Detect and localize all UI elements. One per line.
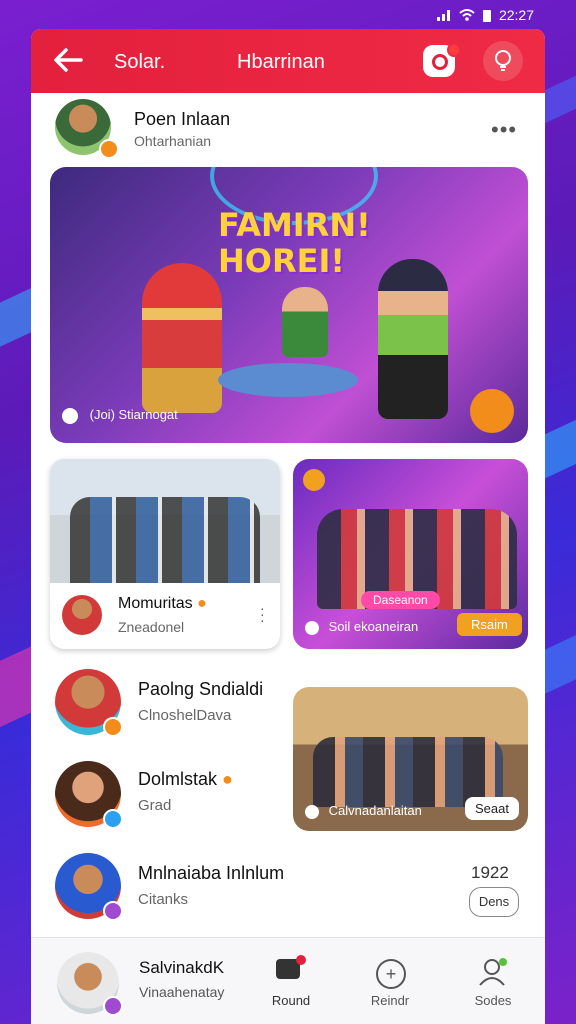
add-circle-icon: + (376, 959, 406, 989)
contact-subtitle: Citanks (138, 891, 189, 908)
page-title: Hbarrinan (237, 51, 325, 73)
character-left (142, 263, 222, 413)
author-subtitle: Ohtarhanian (134, 133, 212, 149)
table (218, 363, 358, 397)
shop-button-icon[interactable] (470, 389, 514, 433)
user-icon (479, 958, 507, 986)
back-arrow-icon[interactable] (53, 47, 83, 77)
contact-subtitle: Grad (138, 797, 172, 814)
author-name[interactable]: Poen Inlaan (134, 109, 230, 130)
wifi-icon (459, 9, 475, 21)
contact-name[interactable]: Dolmlstak ● (138, 769, 233, 790)
verified-badge-icon (99, 139, 119, 159)
status-bar: 22:27 (0, 0, 576, 30)
contact-subtitle: ClnoshelDava (138, 707, 232, 724)
nav-item-reindr[interactable]: + Reindr (355, 953, 425, 1013)
media-caption: Calvnadanlaitan (305, 803, 422, 819)
fire-icon: ● (222, 769, 233, 789)
living-room-card[interactable]: Calvnadanlaitan Seaat (293, 687, 528, 831)
signal-icon (436, 10, 450, 21)
battery-icon (482, 9, 491, 22)
chat-icon (62, 407, 78, 424)
concert-caption: Soil ekoaneiran (305, 619, 418, 635)
contact-name[interactable]: Mnlnaiaba Inlnlum (138, 863, 284, 884)
notification-dot (447, 43, 461, 57)
status-time: 22:27 (498, 7, 534, 23)
notification-dot (296, 955, 306, 965)
group-card-avatar (62, 595, 102, 635)
profile-subtitle: Vinaahenatay (139, 984, 225, 1000)
hero-title-line2: HOREI! (218, 242, 345, 280)
nav-item-round[interactable]: Round (256, 953, 326, 1013)
app-window: Solar. Hbarrinan Poen Inlaan Ohtarhanian… (31, 29, 545, 1024)
hero-title-line1: FAMIRN! (218, 206, 371, 244)
hero-title: FAMIRN! HOREI! (218, 207, 371, 279)
concert-banner: Daseanon (361, 591, 440, 609)
concert-badge-icon (303, 469, 325, 491)
group-card[interactable]: Momuritas ● Zneadonel · · · (50, 459, 280, 649)
group-card-subtitle: Zneadonel (118, 619, 185, 635)
more-options-icon[interactable]: ••• (491, 117, 517, 143)
app-header: Solar. Hbarrinan (31, 29, 545, 93)
hero-image[interactable]: FAMIRN! HOREI! (Joi) Stiarnogat (50, 167, 528, 443)
contact-badge-icon (103, 809, 123, 829)
chat-icon (305, 620, 319, 635)
contact-name[interactable]: Paolng Sndialdi (138, 679, 263, 700)
contact-action-button[interactable]: Dens (469, 887, 519, 917)
group-card-title: Momuritas ● (118, 595, 207, 612)
profile-name[interactable]: SalvinakdK (139, 958, 224, 978)
lightbulb-icon[interactable] (483, 41, 523, 81)
media-button[interactable]: Seaat (465, 797, 519, 820)
hero-caption-pill: (Joi) Stiarnogat (62, 407, 178, 424)
concert-pill-button[interactable]: Rsaim (457, 613, 522, 636)
character-center (282, 287, 328, 357)
chat-icon (305, 804, 319, 819)
profile-badge-icon (103, 996, 123, 1016)
character-right (378, 259, 448, 419)
nav-item-sodes[interactable]: Sodes (458, 953, 528, 1013)
card-more-icon[interactable]: · · · (260, 601, 265, 627)
fire-icon: ● (197, 595, 207, 612)
concert-card[interactable]: Daseanon Soil ekoaneiran Rsaim (293, 459, 528, 649)
contact-badge-icon (103, 901, 123, 921)
contact-badge-icon (103, 717, 123, 737)
group-card-image (50, 459, 280, 583)
back-label[interactable]: Solar. (114, 51, 165, 74)
contact-meta: 1922 (471, 863, 509, 882)
